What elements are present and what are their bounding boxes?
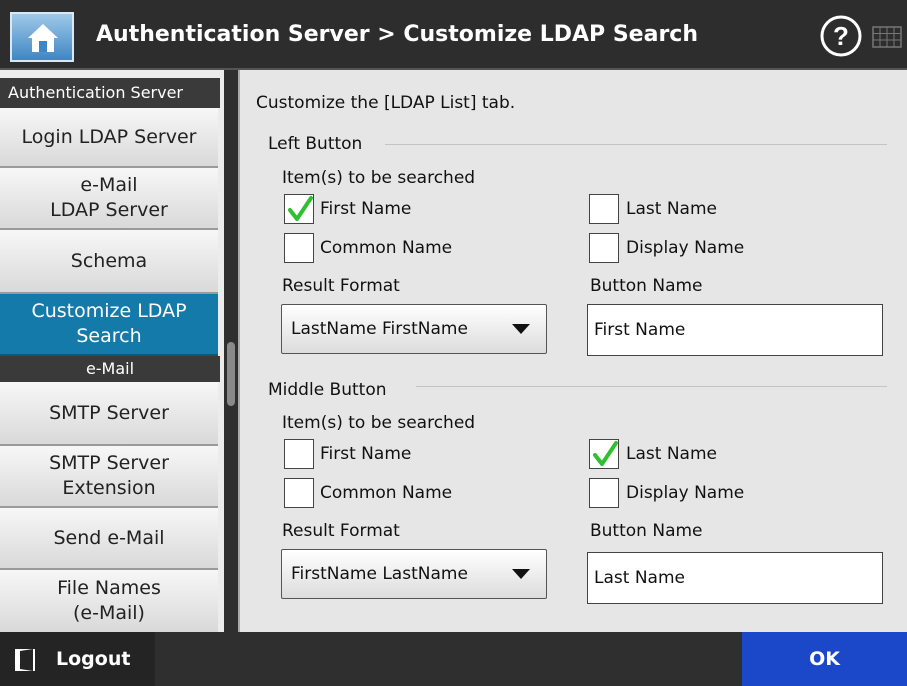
sidebar: Authentication Server Login LDAP Server …	[0, 70, 224, 632]
middle-button-name-label: Button Name	[590, 521, 703, 541]
sidebar-item-label: Customize LDAP Search	[31, 300, 187, 347]
page-title: Authentication Server > Customize LDAP S…	[96, 22, 699, 47]
sidebar-item-label: Login LDAP Server	[21, 125, 197, 148]
sidebar-item-label: e-Mail LDAP Server	[50, 174, 168, 221]
left-first-name-label: First Name	[320, 199, 412, 219]
middle-result-format-dropdown[interactable]: FirstName LastName	[281, 549, 547, 599]
sidebar-item-smtp-server[interactable]: SMTP Server	[0, 382, 218, 446]
keyboard-icon[interactable]	[872, 26, 902, 48]
sidebar-item-label: Schema	[70, 249, 148, 272]
left-first-name-checkbox[interactable]	[284, 194, 314, 224]
svg-text:?: ?	[833, 21, 849, 51]
intro-text: Customize the [LDAP List] tab.	[256, 93, 516, 113]
sidebar-item-email-ldap-server[interactable]: e-Mail LDAP Server	[0, 168, 218, 230]
middle-button-legend: Middle Button	[268, 380, 387, 400]
chevron-down-icon	[512, 324, 530, 334]
sidebar-item-label: Send e-Mail	[53, 526, 165, 549]
middle-result-format-label: Result Format	[282, 521, 400, 541]
sidebar-scrollbar[interactable]	[224, 70, 238, 632]
dropdown-value: FirstName LastName	[291, 564, 468, 584]
left-button-name-input[interactable]: First Name	[587, 304, 883, 356]
sidebar-item-send-email[interactable]: Send e-Mail	[0, 508, 218, 570]
sidebar-section-authentication-server: Authentication Server	[0, 78, 220, 108]
sidebar-item-schema[interactable]: Schema	[0, 230, 218, 294]
sidebar-item-customize-ldap-search[interactable]: Customize LDAP Search	[0, 294, 218, 356]
left-result-format-dropdown[interactable]: LastName FirstName	[281, 304, 547, 354]
sidebar-item-label: SMTP Server Extension	[49, 452, 169, 499]
left-last-name-label: Last Name	[626, 199, 717, 219]
home-icon	[28, 24, 58, 52]
logout-button[interactable]: Logout	[0, 632, 155, 686]
checkmark-icon	[288, 196, 313, 221]
middle-last-name-checkbox[interactable]	[589, 439, 619, 469]
left-common-name-label: Common Name	[320, 238, 453, 258]
settings-panel: Customize the [LDAP List] tab. Left Butt…	[238, 70, 907, 632]
middle-first-name-label: First Name	[320, 444, 412, 464]
left-result-format-label: Result Format	[282, 276, 400, 296]
sidebar-section-email: e-Mail	[0, 356, 220, 382]
sidebar-item-label: SMTP Server	[49, 401, 169, 424]
logout-icon	[15, 649, 35, 671]
middle-display-name-checkbox[interactable]	[589, 478, 619, 508]
middle-display-name-label: Display Name	[626, 483, 745, 503]
chevron-down-icon	[512, 569, 530, 579]
left-button-name-label: Button Name	[590, 276, 703, 296]
left-button-legend: Left Button	[268, 134, 363, 154]
scrollbar-thumb[interactable]	[227, 342, 235, 406]
middle-last-name-label: Last Name	[626, 444, 717, 464]
dropdown-value: LastName FirstName	[291, 319, 468, 339]
sidebar-item-label: File Names (e-Mail)	[57, 577, 161, 624]
left-last-name-checkbox[interactable]	[589, 194, 619, 224]
sidebar-item-smtp-server-extension[interactable]: SMTP Server Extension	[0, 446, 218, 508]
checkmark-icon	[593, 441, 618, 466]
section-divider	[385, 144, 887, 145]
logout-label: Logout	[56, 648, 131, 670]
middle-common-name-label: Common Name	[320, 483, 453, 503]
home-button[interactable]	[10, 12, 74, 62]
left-common-name-checkbox[interactable]	[284, 233, 314, 263]
sidebar-item-login-ldap-server[interactable]: Login LDAP Server	[0, 108, 218, 168]
middle-common-name-checkbox[interactable]	[284, 478, 314, 508]
left-display-name-label: Display Name	[626, 238, 745, 258]
middle-button-name-input[interactable]: Last Name	[587, 552, 883, 604]
footer-bar: Logout OK	[0, 632, 907, 686]
left-display-name-checkbox[interactable]	[589, 233, 619, 263]
help-icon: ?	[820, 15, 862, 57]
sidebar-item-file-names-email[interactable]: File Names (e-Mail)	[0, 570, 218, 632]
middle-first-name-checkbox[interactable]	[284, 439, 314, 469]
help-button[interactable]: ?	[819, 14, 863, 58]
left-items-label: Item(s) to be searched	[282, 168, 476, 188]
section-divider	[416, 386, 887, 387]
title-bar: Authentication Server > Customize LDAP S…	[0, 0, 907, 70]
middle-items-label: Item(s) to be searched	[282, 413, 476, 433]
ok-button[interactable]: OK	[742, 632, 907, 686]
